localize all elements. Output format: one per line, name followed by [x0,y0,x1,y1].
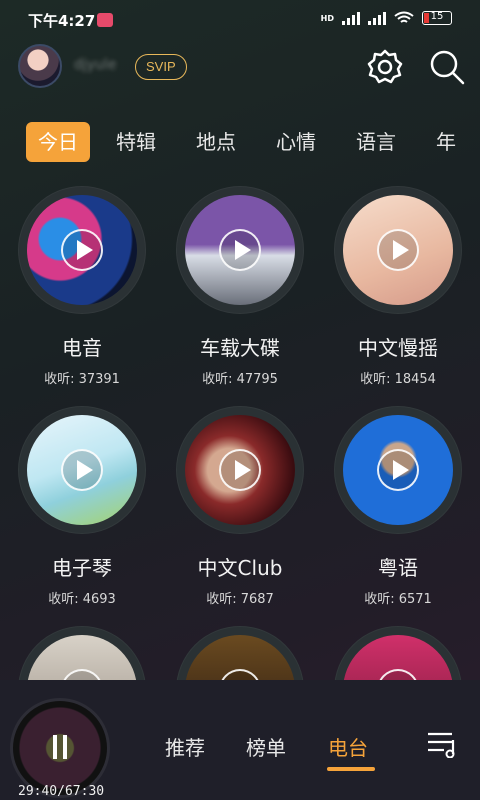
tab-special[interactable]: 特辑 [116,122,156,162]
station-card[interactable]: 中文Club 收听: 7687 [165,406,315,616]
play-icon[interactable] [61,229,103,271]
nav-active-indicator [327,767,375,771]
status-time: 下午4:27 [28,12,96,30]
station-card[interactable] [323,626,473,680]
station-disc[interactable] [18,626,146,680]
pause-icon[interactable] [53,735,67,759]
tab-year[interactable]: 年 [436,122,456,162]
top-bar: djyule SVIP [0,40,480,96]
search-icon[interactable] [428,48,466,86]
station-disc[interactable] [176,406,304,534]
station-card[interactable] [165,626,315,680]
station-card[interactable]: 中文慢摇 收听: 18454 [323,186,473,396]
playlist-icon[interactable] [426,730,460,758]
station-card[interactable] [7,626,157,680]
category-tabs: 今日 特辑 地点 心情 语言 年 [0,122,480,162]
play-icon[interactable] [219,449,261,491]
station-listens: 收听: 37391 [44,372,120,387]
station-name: 电音 [62,336,102,360]
station-listens: 收听: 18454 [360,372,436,387]
station-disc[interactable] [176,186,304,314]
wifi-icon [394,11,414,23]
playback-time: 29:40/67:30 [18,784,105,799]
station-disc[interactable] [334,186,462,314]
play-icon[interactable] [377,229,419,271]
station-name: 中文慢摇 [358,336,438,360]
station-card[interactable]: 电音 收听: 37391 [7,186,157,396]
hd-icon: HD [320,13,334,23]
user-avatar[interactable] [18,44,62,88]
station-name: 粤语 [378,556,418,580]
station-listens: 收听: 7687 [206,592,274,607]
app-notification-icon [97,13,113,27]
station-disc[interactable] [334,626,462,680]
play-icon[interactable] [61,449,103,491]
tab-today[interactable]: 今日 [26,122,90,162]
station-disc[interactable] [18,406,146,534]
signal-2-icon [368,11,386,25]
station-card[interactable]: 车载大碟 收听: 47795 [165,186,315,396]
nav-recommend[interactable]: 推荐 [165,732,205,761]
tab-mood[interactable]: 心情 [276,122,316,162]
station-grid: 电音 收听: 37391 车载大碟 收听: 47795 中文慢摇 收听: 184… [0,186,480,680]
station-disc[interactable] [334,406,462,534]
station-card[interactable]: 电子琴 收听: 4693 [7,406,157,616]
bottom-bar: 29:40/67:30 推荐 榜单 电台 [0,680,480,800]
station-name: 车载大碟 [200,336,280,360]
station-listens: 收听: 6571 [364,592,432,607]
tab-language[interactable]: 语言 [356,122,396,162]
station-listens: 收听: 47795 [202,372,278,387]
settings-icon[interactable] [366,48,404,86]
status-bar: 下午4:27 HD 15 [0,0,480,40]
nav-charts[interactable]: 榜单 [246,732,286,761]
tab-place[interactable]: 地点 [196,122,236,162]
station-disc[interactable] [176,626,304,680]
station-card[interactable]: 粤语 收听: 6571 [323,406,473,616]
now-playing-disc[interactable] [10,698,110,798]
battery-icon: 15 [422,11,452,25]
station-disc[interactable] [18,186,146,314]
battery-level: 15 [430,11,444,22]
nav-radio[interactable]: 电台 [328,732,368,761]
username[interactable]: djyule [74,57,116,73]
station-name: 中文Club [197,556,283,580]
play-icon[interactable] [377,449,419,491]
station-name: 电子琴 [52,556,112,580]
station-listens: 收听: 4693 [48,592,116,607]
signal-icon [342,11,360,25]
play-icon[interactable] [219,229,261,271]
svip-badge[interactable]: SVIP [135,54,187,80]
status-indicators: HD 15 [321,11,452,25]
